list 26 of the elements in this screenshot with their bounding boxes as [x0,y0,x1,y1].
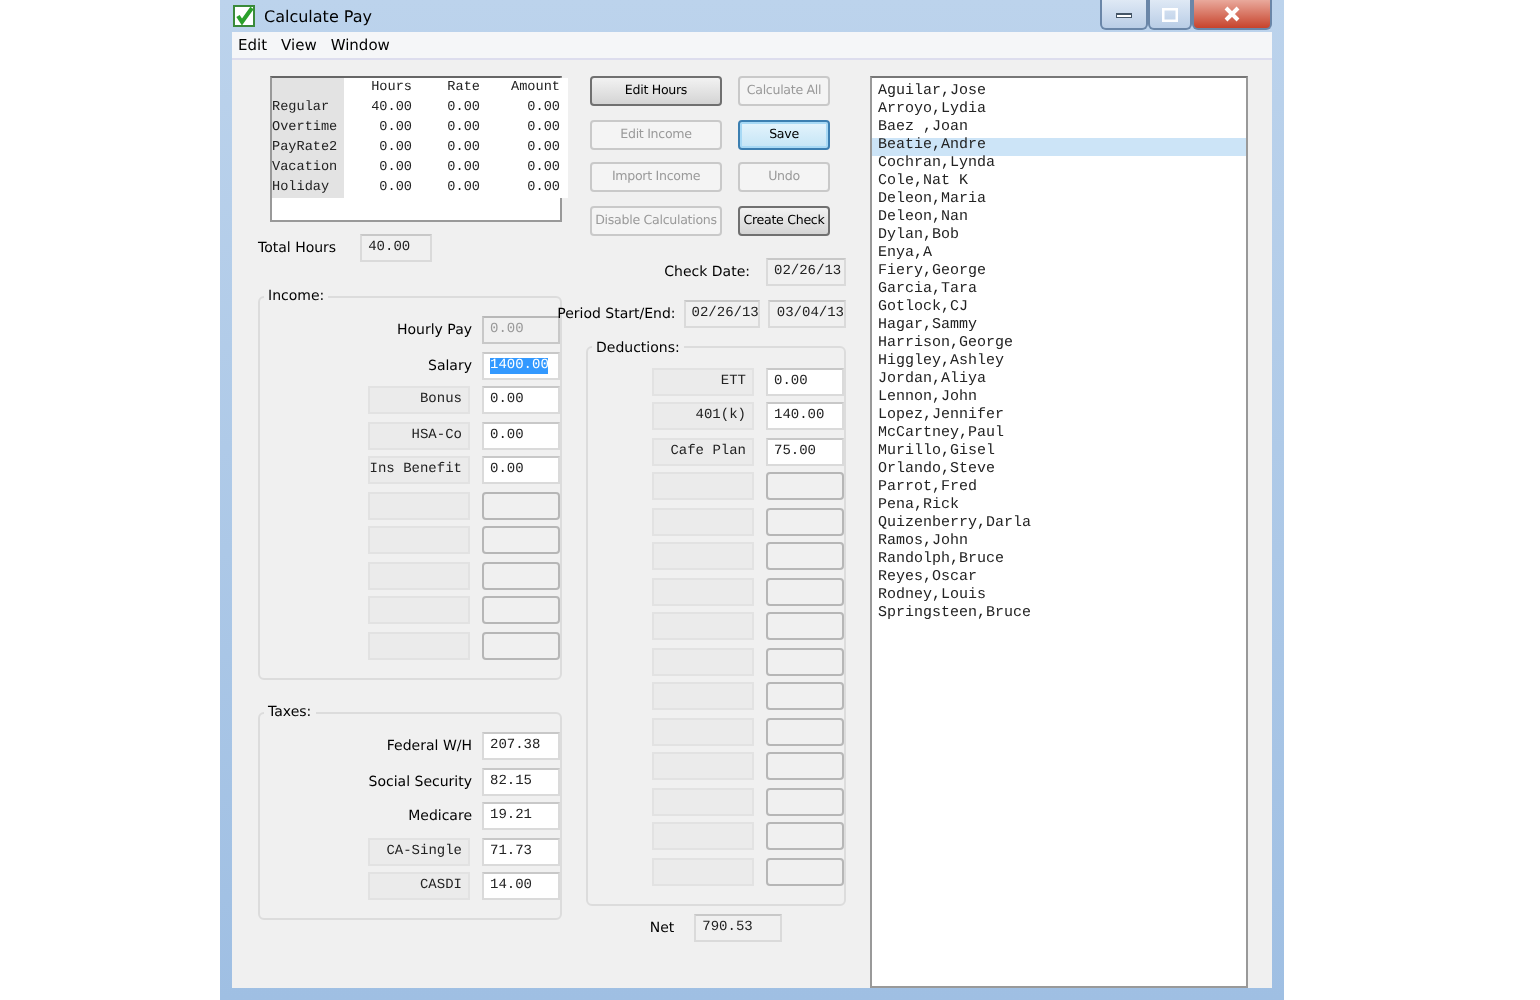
maximize-button[interactable] [1148,0,1192,30]
input-field[interactable] [482,631,560,659]
input-field[interactable] [766,717,844,745]
input-field[interactable] [766,577,844,605]
input-field[interactable] [766,752,844,780]
close-button[interactable] [1192,0,1272,30]
close-icon [1224,6,1240,22]
input-field[interactable] [482,526,560,554]
input-field[interactable] [482,491,560,519]
minimize-icon [1116,10,1132,18]
window-title: Calculate Pay [264,7,375,26]
input-field[interactable] [766,507,844,535]
input-field[interactable] [766,822,844,850]
input-field[interactable] [482,561,560,589]
input-field[interactable] [766,542,844,570]
input-field[interactable] [766,612,844,640]
input-field[interactable] [766,647,844,675]
header-corner [272,78,344,98]
maximize-icon [1162,7,1178,21]
input-field[interactable] [766,682,844,710]
input-field[interactable] [482,596,560,624]
input-field[interactable] [766,857,844,885]
input-field[interactable] [766,472,844,500]
app-icon [232,4,256,29]
minimize-button[interactable] [1100,0,1148,30]
input-field[interactable] [766,787,844,815]
